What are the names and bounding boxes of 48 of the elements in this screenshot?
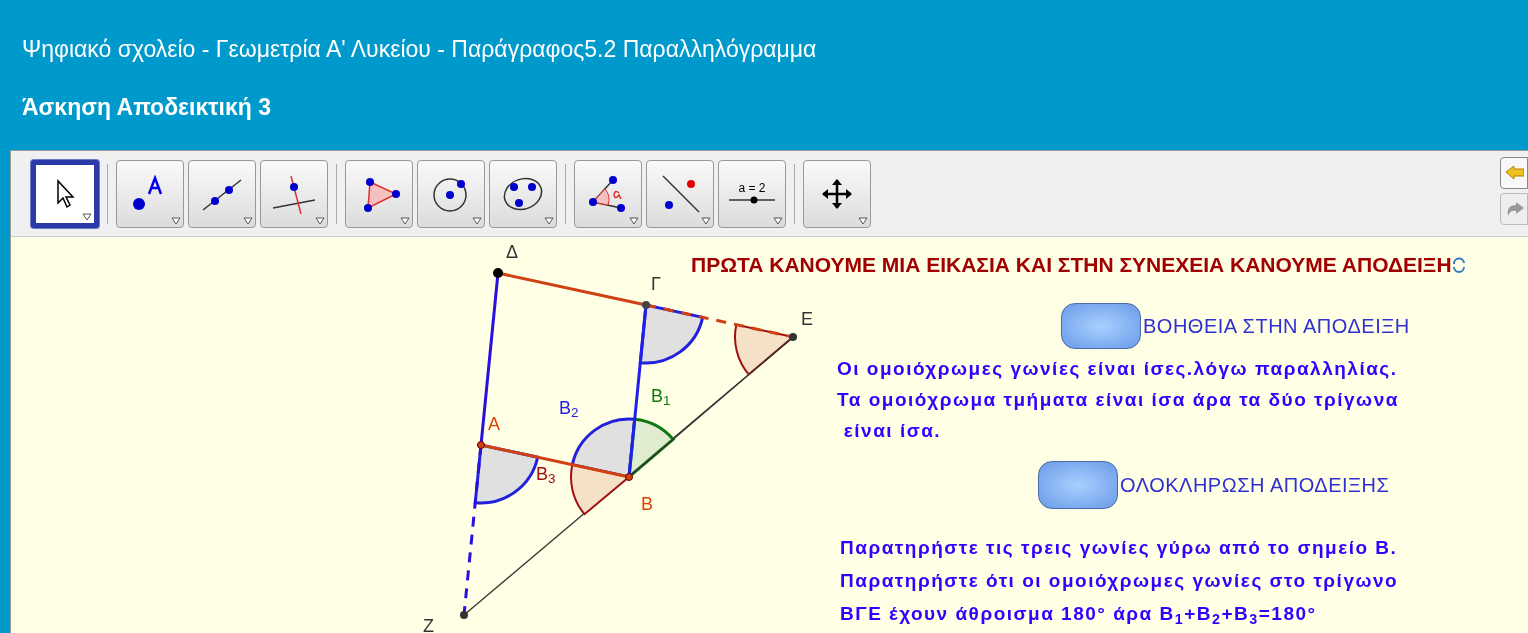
tool-button[interactable] xyxy=(417,159,485,228)
help-button[interactable] xyxy=(1061,303,1141,349)
tool-button[interactable] xyxy=(188,159,256,228)
help-text-line: είναι ίσα. xyxy=(842,419,943,443)
observation-text-line: Παρατηρήστε ότι οι ομοιόχρωμες γωνίες στο τρίγωνο xyxy=(840,569,1399,593)
refresh-icon xyxy=(1451,256,1466,273)
finish-button-label: ΟΛΟΚΛΗΡΩΣΗ ΑΠΟΔΕΙΞΗΣ xyxy=(1120,473,1390,498)
tool-button[interactable] xyxy=(31,159,99,228)
dropdown-triangle-icon xyxy=(629,216,639,225)
tool-button[interactable] xyxy=(116,159,184,228)
dropdown-triangle-icon xyxy=(82,212,92,221)
exercise-title: Άσκηση Αποδεικτική 3 xyxy=(22,94,272,120)
help-button-label: ΒΟΗΘΕΙΑ ΣΤΗΝ ΑΠΟΔΕΙΞΗ xyxy=(1143,314,1410,339)
observation-text-line: Παρατηρήστε τις τρεις γωνίες γύρω από το σημείο Β. xyxy=(840,536,1399,560)
tool-button[interactable] xyxy=(489,159,557,228)
point-label: Γ xyxy=(651,275,661,293)
finish-button[interactable] xyxy=(1038,461,1118,509)
dropdown-triangle-icon xyxy=(773,216,783,225)
point-label: Β xyxy=(641,495,653,513)
undo-button[interactable] xyxy=(1500,157,1528,189)
point-label: Β$_{3}$ xyxy=(536,465,556,483)
dropdown-triangle-icon xyxy=(171,216,181,225)
tool-button[interactable] xyxy=(260,159,328,228)
perpendicular-line-icon xyxy=(271,173,317,214)
canvas-heading: ΠΡΩΤΑ ΚΑΝΟΥΜΕ ΜΙΑ ΕΙΚΑΣΙΑ ΚΑΙ ΣΤΗΝ ΣΥΝΕΧΕΙΑ ΚΑΝΟΥΜΕ ΑΠΟΔΕΙΞΗ xyxy=(691,252,1452,278)
point-label: Δ xyxy=(506,243,519,261)
tool-button[interactable]: a = 2 xyxy=(718,159,786,228)
dropdown-triangle-icon xyxy=(544,216,554,225)
dropdown-triangle-icon xyxy=(472,216,482,225)
slider-icon-label: a = 2 xyxy=(738,181,766,194)
help-text-line: Οι ομοιόχρωμες γωνίες είναι ίσες.λόγω παραλληλίας. xyxy=(837,357,1399,381)
dropdown-triangle-icon xyxy=(858,216,868,225)
page-title: Ψηφιακό σχολείο - Γεωμετρία Α' Λυκείου - Παράγραφος5.2 Παραλληλόγραμμα xyxy=(22,36,818,62)
point-label: Ζ xyxy=(423,617,434,633)
point-label: Α xyxy=(488,415,500,433)
tool-button[interactable] xyxy=(574,159,642,228)
point-label: Β$_{2}$ xyxy=(559,399,579,417)
dropdown-triangle-icon xyxy=(400,216,410,225)
undo-arrow-icon xyxy=(1504,164,1524,182)
point-label: Ε xyxy=(801,310,813,328)
point-label: Β$_{1}$ xyxy=(651,387,671,405)
dropdown-triangle-icon xyxy=(701,216,711,225)
dropdown-triangle-icon xyxy=(315,216,325,225)
help-text-line: Τα ομοιόχρωμα τμήματα είναι ίσα άρα τα δύο τρίγωνα xyxy=(837,388,1399,412)
observation-text-line: ΒΓΕ έχουν άθροισμα 180° άρα Β$_{1}$+Β$_{2}$+Β$_{3}$=180° xyxy=(840,602,1318,629)
tool-button[interactable] xyxy=(345,159,413,228)
dropdown-triangle-icon xyxy=(243,216,253,225)
tool-button[interactable] xyxy=(803,159,871,228)
